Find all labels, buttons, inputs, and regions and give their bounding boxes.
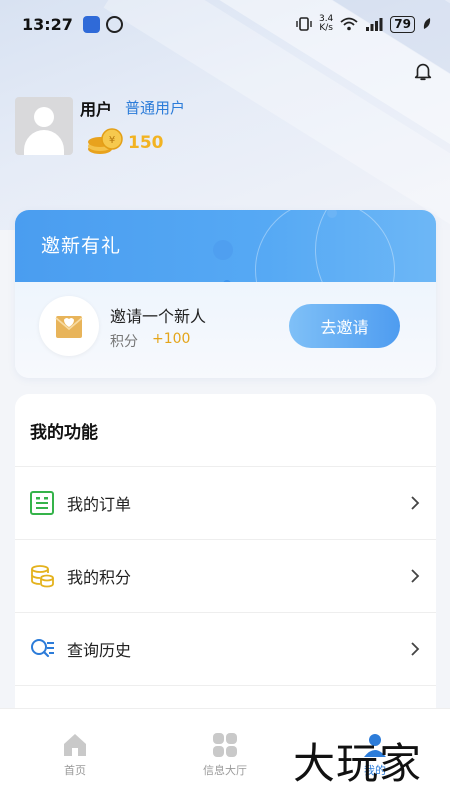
user-level-badge: 普通用户 <box>125 99 186 117</box>
menu-item-points[interactable]: 我的积分 <box>15 539 436 611</box>
points-value: 150 <box>128 133 164 153</box>
vibrate-icon <box>296 17 312 31</box>
coins-icon: ¥ <box>88 128 123 154</box>
chevron-right-icon <box>411 568 420 583</box>
menu-item-label: 查询历史 <box>67 640 132 660</box>
decor-dot <box>213 240 233 260</box>
invite-title: 邀新有礼 <box>41 235 122 257</box>
invite-icon-wrap <box>39 296 99 356</box>
search-history-icon <box>31 638 54 657</box>
nav-label: 信息大厅 <box>203 764 247 777</box>
functions-card: 我的功能 我的订单 我的积分 查询历史 <box>15 394 436 724</box>
chevron-right-icon <box>411 641 420 656</box>
watermark-text: 大玩家 <box>293 739 423 788</box>
order-icon <box>30 490 54 515</box>
avatar[interactable] <box>15 97 73 155</box>
bell-icon[interactable] <box>412 60 434 82</box>
menu-item-orders[interactable]: 我的订单 <box>15 466 436 538</box>
menu-item-search-history[interactable]: 查询历史 <box>15 612 436 684</box>
invite-card: 邀新有礼 邀请一个新人 积分 +100 去邀请 <box>15 210 436 378</box>
nav-label: 首页 <box>64 764 86 777</box>
app-notification-icon <box>82 15 100 33</box>
alarm-icon <box>105 15 123 33</box>
username: 用户 <box>80 100 113 119</box>
invite-button[interactable]: 去邀请 <box>289 304 400 348</box>
nav-home[interactable]: 首页 <box>0 709 150 789</box>
invite-description: 邀请一个新人 <box>110 307 207 326</box>
nav-info-hall[interactable]: 信息大厅 <box>150 709 300 789</box>
menu-item-label: 我的积分 <box>67 567 132 587</box>
invite-reward-value: +100 <box>152 331 191 347</box>
svg-text:¥: ¥ <box>109 135 115 146</box>
wifi-icon <box>340 17 358 31</box>
grid-icon <box>213 733 237 757</box>
menu-item-label: 我的订单 <box>67 494 132 514</box>
status-bar: 13:27 3.4 K/s 79 <box>0 0 450 48</box>
functions-title: 我的功能 <box>30 423 98 443</box>
points-icon <box>31 564 54 587</box>
chevron-right-icon <box>411 495 420 510</box>
leaf-icon <box>423 18 431 29</box>
status-time: 13:27 <box>22 14 73 34</box>
invite-reward-label: 积分 <box>110 334 138 350</box>
home-icon <box>64 734 86 756</box>
invite-body: 邀请一个新人 积分 +100 去邀请 <box>15 282 436 378</box>
gift-envelope-icon <box>55 316 83 338</box>
battery-indicator: 79 <box>390 15 415 33</box>
network-speed: 3.4 K/s <box>318 14 334 33</box>
signal-icon <box>366 18 383 31</box>
